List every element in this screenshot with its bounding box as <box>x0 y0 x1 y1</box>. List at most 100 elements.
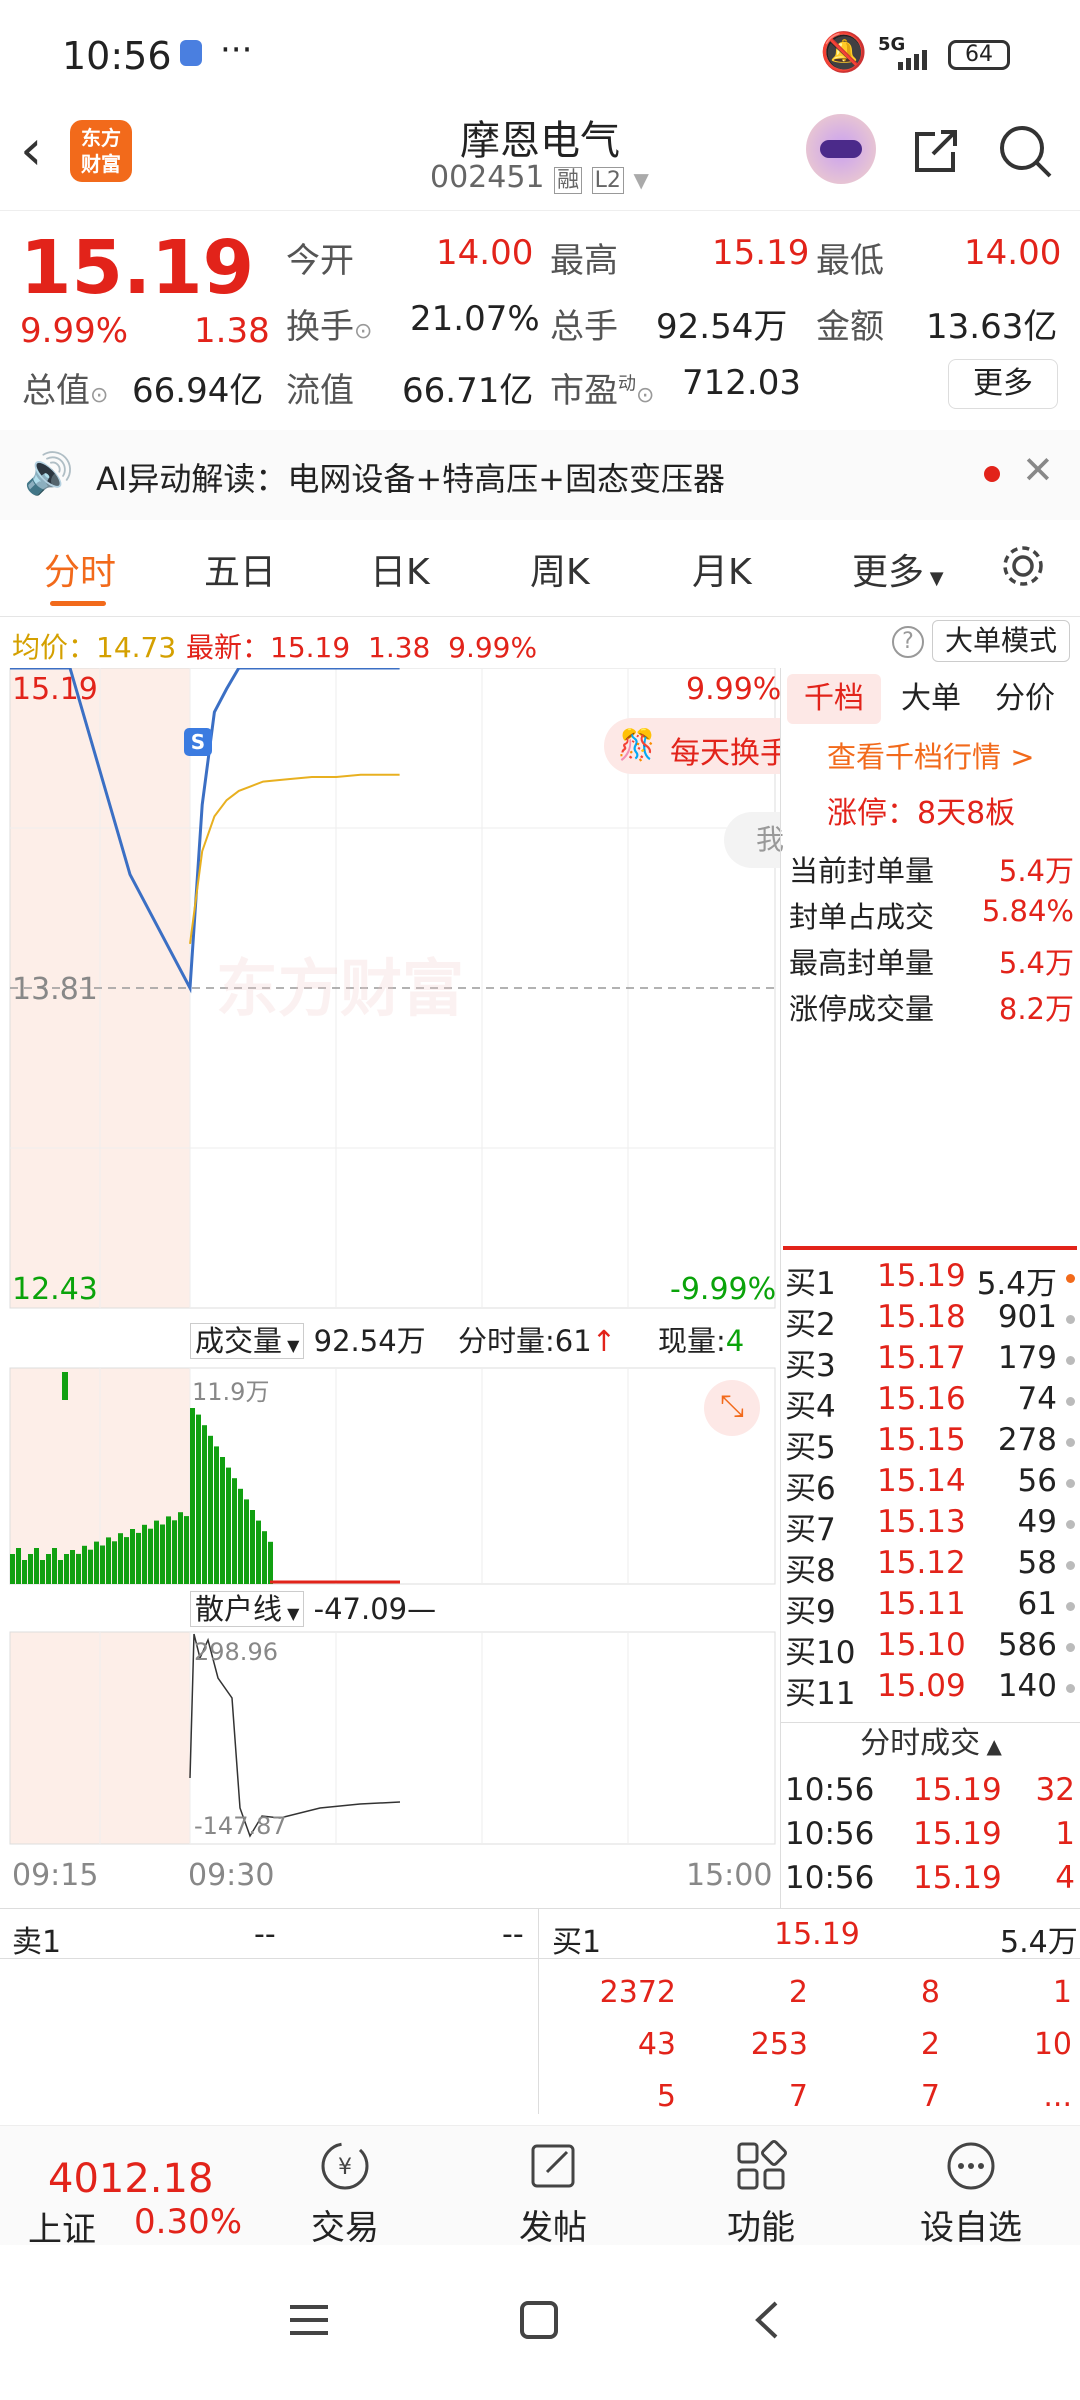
tab-price-distribution[interactable]: 分价 <box>995 674 1055 724</box>
back-icon[interactable]: ‹ <box>20 118 42 183</box>
settings-icon[interactable] <box>998 541 1048 591</box>
home-icon[interactable] <box>514 2295 564 2345</box>
bid-row[interactable]: 买2 15.18 901 <box>781 1297 1080 1343</box>
volume-bar <box>256 1520 261 1584</box>
view-depth-link[interactable]: 查看千档行情 > <box>827 734 1035 776</box>
volume-total: 92.54万 <box>313 1324 426 1358</box>
nav-watchlist[interactable]: 设自选 <box>896 2136 1046 2249</box>
queue-cell: 43 <box>637 2027 676 2062</box>
queue-cell: 2 <box>920 2027 940 2062</box>
bid-row[interactable]: 买11 15.09 140 <box>781 1666 1080 1712</box>
close-icon[interactable]: ✕ <box>1022 448 1054 492</box>
level1-queue-table: 卖1 -- -- 买1 15.19 5.4万 2372 2 8 1 43 253 2 10 5 7… <box>0 1908 1080 2114</box>
volume-bar <box>106 1537 111 1584</box>
buy1-price: 15.19 <box>774 1917 860 1952</box>
info-icon[interactable]: ⊙ <box>636 383 654 408</box>
tab-monthly-k[interactable]: 月K <box>692 543 752 595</box>
search-icon[interactable] <box>996 122 1056 182</box>
tab-daily-k[interactable]: 日K <box>370 543 430 595</box>
more-notifications-icon: ··· <box>220 30 253 70</box>
menu-icon[interactable] <box>284 2295 334 2345</box>
volume-bar <box>226 1467 231 1584</box>
trade-row: 10:56 15.19 4 <box>781 1858 1080 1900</box>
tab-large-orders[interactable]: 大单 <box>901 674 961 724</box>
seal-row-label: 当前封单量 <box>789 854 935 888</box>
bid-row[interactable]: 买7 15.13 49 <box>781 1502 1080 1548</box>
info-icon[interactable]: ⊙ <box>90 383 108 408</box>
bid-row[interactable]: 买10 15.10 586 <box>781 1625 1080 1671</box>
bottom-pct-label: -9.99% <box>670 1272 777 1307</box>
volume-indicator-select[interactable]: 成交量 ▼ <box>190 1323 305 1359</box>
promo-banner[interactable]: 🎊 每天换手 <box>604 718 780 774</box>
open-label: 今开 <box>286 241 354 281</box>
volume-bar <box>160 1524 165 1584</box>
expand-icon[interactable]: ⤡ <box>704 1380 760 1436</box>
nav-post[interactable]: 发帖 <box>478 2136 628 2249</box>
bid-row[interactable]: 买8 15.12 58 <box>781 1543 1080 1589</box>
avg-price: 均价：14.73 <box>12 631 177 664</box>
volume-bar <box>190 1408 195 1584</box>
float-label: 流值 <box>286 371 354 411</box>
intraday-chart[interactable]: 15.19 13.81 12.43 9.99% -9.99% 东方财富 🎊 每天… <box>0 666 784 1908</box>
ai-insight-bar[interactable]: 🔊 AI异动解读：电网设备+特高压+固态变压器 ✕ <box>0 430 1080 520</box>
low-value: 14.00 <box>964 233 1062 273</box>
bid-qty: 278 <box>997 1422 1057 1458</box>
nav-trade[interactable]: ¥ 交易 <box>270 2136 420 2249</box>
bid-dot <box>1066 1274 1075 1283</box>
nav-features[interactable]: 功能 <box>686 2136 836 2249</box>
signal-icon <box>880 50 936 70</box>
quote-panel: 15.19 9.99% 1.38 今开 14.00 最高 15.19 最低 14… <box>0 210 1080 420</box>
side-tab-handle[interactable]: 我 <box>724 812 784 868</box>
tab-weekly-k[interactable]: 周K <box>530 543 590 595</box>
minute-volume: 分时量:61↑ <box>458 1324 616 1358</box>
index-name: 上证 <box>28 2210 96 2250</box>
watermark: 东方财富 <box>216 952 465 1025</box>
bid-row[interactable]: 买5 15.15 278 <box>781 1420 1080 1466</box>
volume-bar <box>178 1512 183 1584</box>
volume-bar <box>244 1499 249 1584</box>
volume-bar <box>22 1560 27 1584</box>
bid-row[interactable]: 买9 15.11 61 <box>781 1584 1080 1630</box>
mid-price-label: 13.81 <box>12 972 98 1007</box>
amount-value: 13.63亿 <box>926 307 1058 347</box>
bid-row[interactable]: 买1 15.19 5.4万 <box>781 1256 1080 1302</box>
volume-bar <box>100 1545 105 1584</box>
help-icon[interactable]: ? <box>892 626 924 658</box>
volume-bar <box>112 1541 117 1584</box>
volume-bar <box>208 1435 213 1584</box>
info-icon[interactable]: ⊙ <box>354 319 372 344</box>
active-tab-indicator <box>50 601 106 606</box>
ai-assistant-avatar[interactable] <box>806 114 876 184</box>
volume-bar <box>28 1554 33 1584</box>
tab-more[interactable]: 更多 ▼ <box>852 543 944 595</box>
retail-indicator-select[interactable]: 散户线 ▼ <box>190 1591 305 1627</box>
bid-dot <box>1066 1561 1075 1570</box>
bid-row[interactable]: 买6 15.14 56 <box>781 1461 1080 1507</box>
retail-value: -47.09— <box>313 1592 437 1626</box>
bid-qty: 586 <box>997 1627 1057 1663</box>
bid-dot <box>1066 1356 1075 1365</box>
float-value: 66.71亿 <box>402 371 534 411</box>
bid-price: 15.09 <box>877 1668 966 1704</box>
share-icon[interactable] <box>905 122 965 182</box>
tab-five-day[interactable]: 五日 <box>204 543 276 595</box>
s-marker-icon[interactable]: S <box>184 728 212 756</box>
back-nav-icon[interactable] <box>744 2295 794 2345</box>
index-ticker[interactable]: 4012.18 上证 0.30% <box>20 2146 260 2250</box>
stock-code[interactable]: 002451 融 L2 ▼ <box>430 160 649 195</box>
volume-bar <box>220 1457 225 1584</box>
volume-bar <box>166 1516 171 1584</box>
trades-header[interactable]: 分时成交 ▲ <box>781 1722 1080 1764</box>
bid-dot <box>1066 1397 1075 1406</box>
large-order-mode-button[interactable]: 大单模式 <box>932 620 1070 662</box>
bid-row[interactable]: 买4 15.16 74 <box>781 1379 1080 1425</box>
queue-cell: 8 <box>920 1975 940 2010</box>
more-button[interactable]: 更多 <box>948 359 1058 409</box>
app-logo[interactable]: 东方 财富 <box>70 120 132 182</box>
bid-qty: 56 <box>1017 1463 1057 1499</box>
tab-full-depth[interactable]: 千档 <box>787 674 881 724</box>
trade-qty: 32 <box>1035 1772 1075 1808</box>
top-price-label: 15.19 <box>12 672 98 707</box>
tab-intraday[interactable]: 分时 <box>44 543 116 595</box>
bid-row[interactable]: 买3 15.17 179 <box>781 1338 1080 1384</box>
